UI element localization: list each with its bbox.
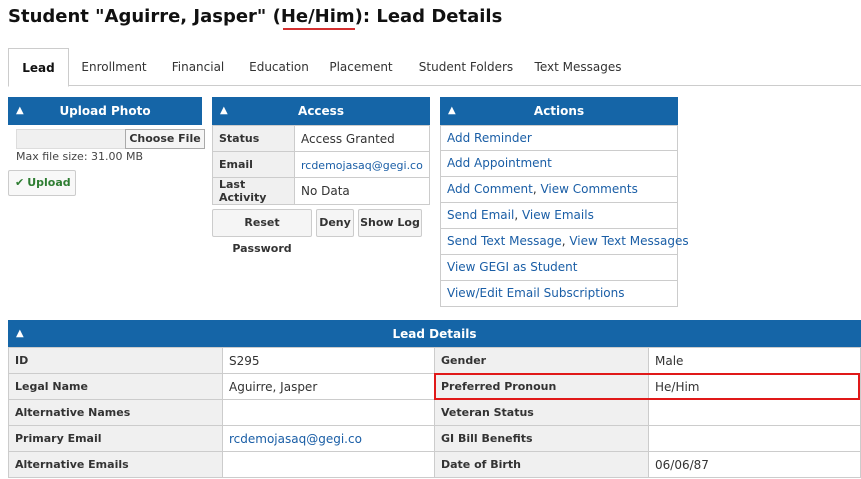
- list-item: View/Edit Email Subscriptions: [440, 281, 678, 307]
- access-status-label: Status: [212, 125, 295, 152]
- access-status-value: Access Granted: [294, 125, 430, 152]
- view-as-student-link[interactable]: View GEGI as Student: [447, 260, 577, 274]
- upload-button[interactable]: ✔ Upload: [8, 170, 76, 196]
- list-item: Add Reminder: [440, 125, 678, 151]
- actions-header[interactable]: ▲ Actions: [440, 97, 678, 125]
- upload-button-label: Upload: [27, 176, 71, 189]
- access-title: Access: [298, 104, 344, 118]
- table-row: Alternative Names Veteran Status: [8, 399, 861, 426]
- chevron-up-icon: ▲: [16, 328, 24, 339]
- alternative-names-value: [222, 399, 435, 426]
- alternative-emails-label: Alternative Emails: [8, 451, 223, 478]
- gi-bill-benefits-value: [648, 425, 861, 452]
- access-email-link[interactable]: rcdemojasaq@gegi.co: [301, 159, 423, 172]
- send-email-link[interactable]: Send Email: [447, 208, 514, 222]
- table-row: Last Activity No Data: [212, 177, 430, 205]
- gi-bill-benefits-label: GI Bill Benefits: [434, 425, 649, 452]
- table-row: ID S295 Gender Male: [8, 347, 861, 374]
- list-item: Add Appointment: [440, 151, 678, 177]
- list-item: Send Text Message, View Text Messages: [440, 229, 689, 255]
- access-last-activity-value: No Data: [294, 177, 430, 205]
- date-of-birth-label: Date of Birth: [434, 451, 649, 478]
- tab-text-messages[interactable]: Text Messages: [532, 48, 624, 86]
- gender-label: Gender: [434, 347, 649, 374]
- file-input-field[interactable]: [16, 129, 126, 149]
- page-title-pronoun: He/Him: [280, 6, 355, 27]
- list-item: Add Comment, View Comments: [440, 177, 678, 203]
- show-log-button[interactable]: Show Log: [358, 209, 422, 237]
- primary-email-label: Primary Email: [8, 425, 223, 452]
- choose-file-button[interactable]: Choose File: [125, 129, 205, 149]
- view-text-messages-link[interactable]: View Text Messages: [569, 234, 688, 248]
- page-title-suffix: ): Lead Details: [354, 6, 503, 27]
- email-subscriptions-link[interactable]: View/Edit Email Subscriptions: [447, 286, 625, 300]
- page-title-prefix: Student "Aguirre, Jasper" (: [8, 6, 281, 27]
- reset-password-button[interactable]: Reset Password: [212, 209, 312, 255]
- access-email-label: Email: [212, 151, 295, 178]
- legal-name-value: Aguirre, Jasper: [222, 373, 435, 400]
- lead-details-table: ID S295 Gender Male Legal Name Aguirre, …: [8, 347, 861, 478]
- preferred-pronoun-label: Preferred Pronoun: [434, 373, 649, 400]
- add-reminder-link[interactable]: Add Reminder: [447, 131, 532, 145]
- tab-financial[interactable]: Financial: [164, 48, 232, 86]
- table-row: Alternative Emails Date of Birth 06/06/8…: [8, 451, 861, 478]
- upload-photo-title: Upload Photo: [59, 104, 151, 118]
- list-item: Send Email, View Emails: [440, 203, 678, 229]
- id-label: ID: [8, 347, 223, 374]
- actions-title: Actions: [533, 104, 585, 118]
- tab-bar: Lead Enrollment Financial Education Plac…: [8, 48, 861, 87]
- legal-name-label: Legal Name: [8, 373, 223, 400]
- alternative-emails-value: [222, 451, 435, 478]
- table-row: Legal Name Aguirre, Jasper Preferred Pro…: [8, 373, 861, 400]
- add-comment-link[interactable]: Add Comment: [447, 182, 533, 196]
- tab-student-folders[interactable]: Student Folders: [414, 48, 518, 86]
- table-row: Primary Email rcdemojasaq@gegi.co GI Bil…: [8, 425, 861, 452]
- access-header[interactable]: ▲ Access: [212, 97, 430, 125]
- table-row: Status Access Granted: [212, 125, 430, 152]
- list-item: View GEGI as Student: [440, 255, 678, 281]
- access-table: Status Access Granted Email rcdemojasaq@…: [212, 125, 430, 205]
- tab-lead[interactable]: Lead: [8, 48, 69, 87]
- page-title: Student "Aguirre, Jasper" (He/Him): Lead…: [8, 6, 502, 27]
- primary-email-link[interactable]: rcdemojasaq@gegi.co: [229, 432, 362, 446]
- lead-details-header[interactable]: ▲ Lead Details: [8, 320, 861, 348]
- chevron-up-icon: ▲: [448, 105, 456, 116]
- tab-placement[interactable]: Placement: [326, 48, 396, 86]
- deny-button[interactable]: Deny: [316, 209, 354, 237]
- max-file-size-text: Max file size: 31.00 MB: [16, 150, 144, 163]
- view-emails-link[interactable]: View Emails: [522, 208, 594, 222]
- view-comments-link[interactable]: View Comments: [540, 182, 637, 196]
- id-value: S295: [222, 347, 435, 374]
- gender-value: Male: [648, 347, 861, 374]
- veteran-status-value: [648, 399, 861, 426]
- preferred-pronoun-value: He/Him: [648, 373, 861, 400]
- chevron-up-icon: ▲: [220, 105, 228, 116]
- checkmark-icon: ✔: [15, 176, 25, 189]
- alternative-names-label: Alternative Names: [8, 399, 223, 426]
- upload-photo-header[interactable]: ▲ Upload Photo: [8, 97, 202, 125]
- tab-enrollment[interactable]: Enrollment: [76, 48, 152, 86]
- access-last-activity-label: Last Activity: [212, 177, 295, 205]
- actions-list: Add Reminder Add Appointment Add Comment…: [440, 125, 689, 307]
- lead-details-title: Lead Details: [392, 327, 477, 341]
- tab-education[interactable]: Education: [244, 48, 314, 86]
- table-row: Email rcdemojasaq@gegi.co: [212, 151, 430, 178]
- send-text-message-link[interactable]: Send Text Message: [447, 234, 562, 248]
- date-of-birth-value: 06/06/87: [648, 451, 861, 478]
- add-appointment-link[interactable]: Add Appointment: [447, 156, 552, 170]
- veteran-status-label: Veteran Status: [434, 399, 649, 426]
- chevron-up-icon: ▲: [16, 105, 24, 116]
